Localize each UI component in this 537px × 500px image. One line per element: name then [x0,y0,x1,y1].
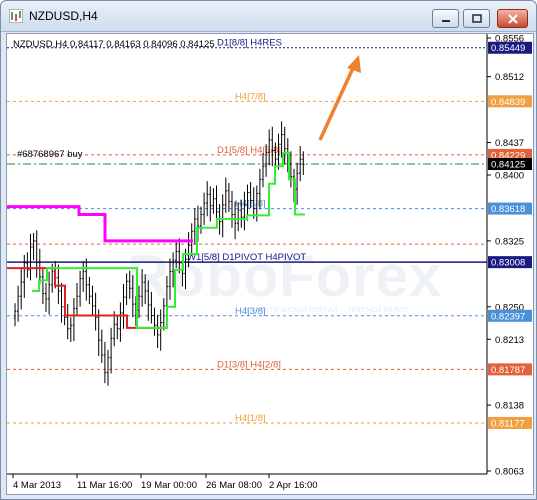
magenta-indicator-line [7,205,193,243]
time-tick-label: 4 Mar 2013 [13,480,61,491]
order-label: #68768967 buy [17,149,83,160]
chart-window: NZDUSD,H4 RoboForex АНАЛИТИЧЕСКИЙ ПОРТАЛ… [0,0,537,500]
time-tick-label: 19 Mar 00:00 [141,480,197,491]
level-label: H4[7/8] [235,91,266,102]
maximize-button[interactable] [463,9,490,28]
price-tick-label: 0.8512 [495,72,524,83]
price-tag-label: 0.84839 [491,97,525,108]
price-tick-label: 0.8437 [495,138,524,149]
forecast-arrow-icon [318,55,361,141]
chart-header: NZDUSD,H4 0.84117 0.84163 0.84096 0.8412… [13,39,215,50]
level-label: D1[5/8] H4[6/8] [217,145,281,156]
price-tag-label: 0.85449 [491,43,525,54]
time-tick-label: 11 Mar 16:00 [77,480,132,491]
minimize-icon [441,19,450,22]
price-tick-label: 0.8325 [495,236,524,247]
price-tick-label: 0.8400 [495,171,524,182]
murrey-levels: D1[8/8] H4RESH4[7/8]D1[5/8] H4[6/8]H4[5/… [7,38,487,424]
price-tag-label: 0.82397 [491,311,525,322]
level-label: H4[1/8] [235,413,266,424]
price-tick-label: 0.8138 [495,401,524,412]
time-tick-label: 26 Mar 08:00 [206,480,262,491]
price-tag-label: 0.81787 [491,365,525,376]
price-tick-label: 0.8063 [495,467,524,478]
close-button[interactable] [497,9,528,28]
level-label: D1[8/8] H4RES [217,38,282,49]
close-icon [507,13,518,24]
price-tag-label: 0.84125 [491,160,525,171]
price-tag-label: 0.83618 [491,204,525,215]
price-tag-label: 0.83008 [491,258,525,269]
maximize-icon [471,13,482,23]
title-bar[interactable]: NZDUSD,H4 [1,1,536,32]
time-tick-label: 2 Apr 16:00 [269,480,318,491]
time-axis: 4 Mar 2013 11 Mar 16:00 19 Mar 00:00 26 Mar… [12,474,318,491]
minimize-button[interactable] [432,9,459,28]
watermark-subtitle: АНАЛИТИЧЕСКИЙ ПОРТАЛ — ПРОГНОЗ ВАЛЮТ [245,305,409,314]
window-title: NZDUSD,H4 [29,9,98,23]
price-tag-label: 0.81177 [491,418,525,429]
price-tick-label: 0.8213 [495,335,524,346]
chart-area[interactable]: RoboForex АНАЛИТИЧЕСКИЙ ПОРТАЛ — ПРОГНОЗ… [6,33,534,495]
price-chart[interactable]: RoboForex АНАЛИТИЧЕСКИЙ ПОРТАЛ — ПРОГНОЗ… [7,34,533,494]
chart-app-icon [9,9,23,23]
level-label: W1[5/8] D1PIVOT H4PIVOT [187,252,306,263]
level-label: D1[3/8] H4[2/8] [217,359,281,370]
level-label: H4[3/8] [235,306,266,317]
